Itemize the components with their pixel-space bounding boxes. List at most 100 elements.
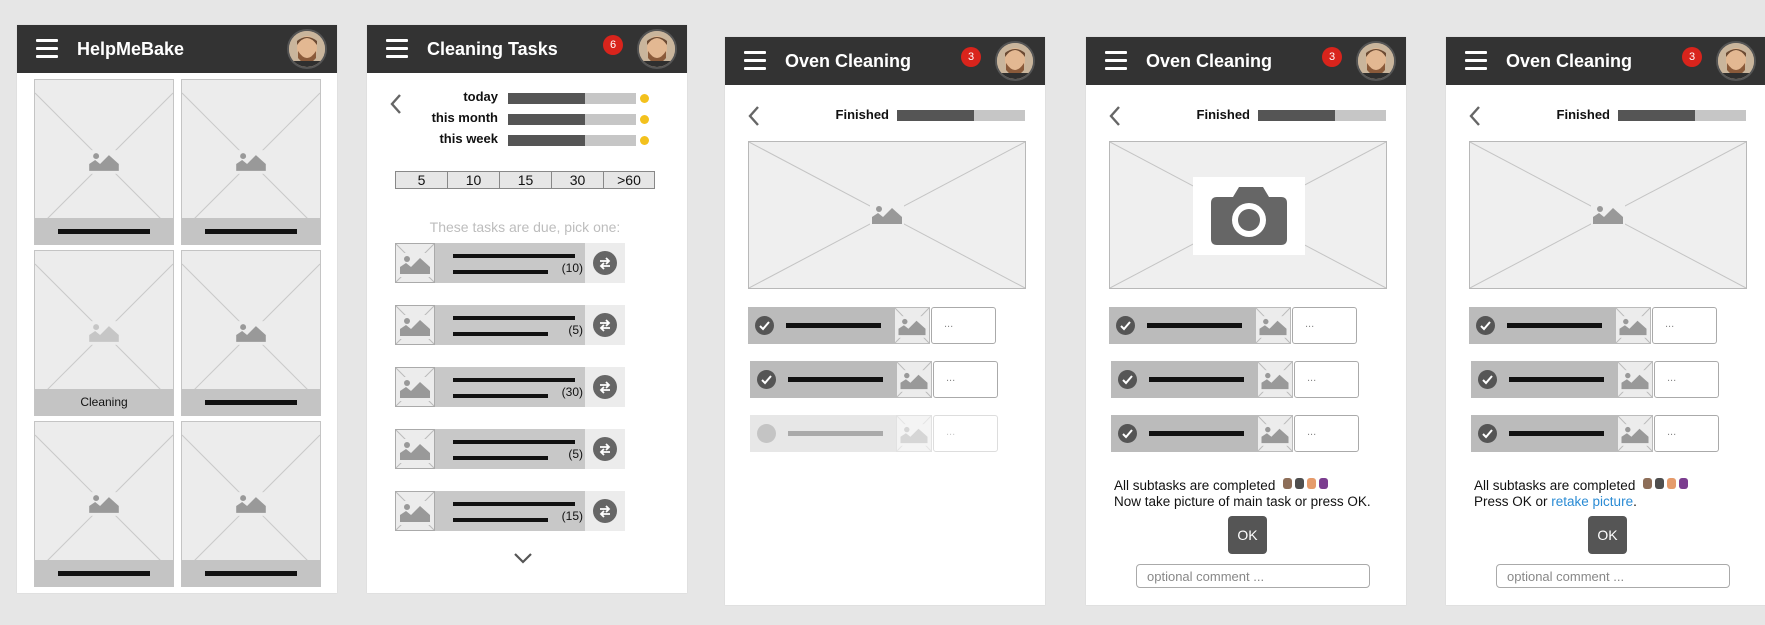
swap-task-button[interactable] <box>585 491 625 531</box>
subtask-comment-input[interactable]: ... <box>1292 307 1357 344</box>
subtask-image[interactable] <box>1617 415 1653 452</box>
subtask-main[interactable] <box>750 361 896 398</box>
chevron-down-icon[interactable] <box>513 552 533 564</box>
subtask-row[interactable]: ... <box>1109 307 1357 344</box>
swap-task-button[interactable] <box>585 243 625 283</box>
subtask-main[interactable] <box>1469 307 1615 344</box>
category-tile[interactable] <box>34 421 174 587</box>
avatar[interactable] <box>1716 41 1756 81</box>
check-icon[interactable] <box>1478 424 1497 443</box>
category-tile[interactable] <box>181 250 321 416</box>
subtask-main[interactable] <box>748 307 894 344</box>
finished-progress-bar <box>1258 110 1386 121</box>
subtask-row[interactable]: ... <box>750 415 998 452</box>
notification-badge[interactable]: 3 <box>1682 47 1702 67</box>
comment-input[interactable]: optional comment ... <box>1496 564 1730 588</box>
subtask-row[interactable]: ... <box>1471 361 1719 398</box>
subtask-image[interactable] <box>1257 415 1293 452</box>
notification-badge[interactable]: 6 <box>603 35 623 55</box>
menu-icon[interactable] <box>36 39 58 59</box>
subtask-main[interactable] <box>1111 415 1257 452</box>
subtask-main[interactable] <box>1471 415 1617 452</box>
category-tile[interactable] <box>181 79 321 245</box>
notification-badge[interactable]: 3 <box>1322 47 1342 67</box>
duration-option[interactable]: 5 <box>395 171 448 189</box>
duration-option[interactable]: 10 <box>447 171 500 189</box>
swap-task-button[interactable] <box>585 429 625 469</box>
subtask-main[interactable] <box>750 415 896 452</box>
subtask-image[interactable] <box>1617 361 1653 398</box>
main-task-image[interactable] <box>1469 141 1747 289</box>
avatar[interactable] <box>995 41 1035 81</box>
check-icon[interactable] <box>1118 370 1137 389</box>
category-tile[interactable] <box>181 421 321 587</box>
category-tile[interactable] <box>34 79 174 245</box>
duration-option[interactable]: 30 <box>551 171 604 189</box>
subtask-comment-input[interactable]: ... <box>931 307 996 344</box>
subtask-row[interactable]: ... <box>750 361 998 398</box>
ok-button[interactable]: OK <box>1588 516 1627 554</box>
subtask-row[interactable]: ... <box>748 307 996 344</box>
subtask-comment-input[interactable]: ... <box>933 415 998 452</box>
subtask-image[interactable] <box>894 307 930 344</box>
back-arrow-icon[interactable] <box>1468 105 1482 127</box>
notification-badge[interactable]: 3 <box>961 47 981 67</box>
subtask-row[interactable]: ... <box>1111 415 1359 452</box>
subtask-comment-input[interactable]: ... <box>1294 415 1359 452</box>
subtask-comment-input[interactable]: ... <box>933 361 998 398</box>
subtask-image[interactable] <box>1255 307 1291 344</box>
subtask-comment-input[interactable]: ... <box>1654 415 1719 452</box>
main-task-image[interactable] <box>748 141 1026 289</box>
task-item[interactable]: (5) <box>395 429 625 469</box>
retake-picture-link[interactable]: retake picture <box>1551 494 1633 509</box>
check-icon[interactable] <box>755 316 774 335</box>
subtask-main[interactable] <box>1111 361 1257 398</box>
subtask-row[interactable]: ... <box>1469 307 1717 344</box>
menu-icon[interactable] <box>1105 51 1127 71</box>
screen-helpmebake: HelpMeBake Cleaning <box>17 25 337 593</box>
ok-button[interactable]: OK <box>1228 516 1267 554</box>
task-item[interactable]: (15) <box>395 491 625 531</box>
subtask-image[interactable] <box>1615 307 1651 344</box>
avatar[interactable] <box>637 29 677 69</box>
task-item[interactable]: (5) <box>395 305 625 345</box>
subtask-main[interactable] <box>1109 307 1255 344</box>
subtask-comment-input[interactable]: ... <box>1654 361 1719 398</box>
duration-option[interactable]: >60 <box>603 171 655 189</box>
subtask-row[interactable]: ... <box>1471 415 1719 452</box>
subtask-row[interactable]: ... <box>1111 361 1359 398</box>
subtask-image[interactable] <box>896 361 932 398</box>
avatar[interactable] <box>287 29 327 69</box>
check-icon[interactable] <box>1476 316 1495 335</box>
back-arrow-icon[interactable] <box>1108 105 1122 127</box>
page-title: Oven Cleaning <box>1146 51 1273 71</box>
check-icon[interactable] <box>1478 370 1497 389</box>
duration-option[interactable]: 15 <box>499 171 552 189</box>
subtask-comment-input[interactable]: ... <box>1294 361 1359 398</box>
avatar-face <box>1358 43 1394 79</box>
check-icon[interactable] <box>757 370 776 389</box>
subtask-image[interactable] <box>1257 361 1293 398</box>
avatar[interactable] <box>1356 41 1396 81</box>
menu-icon[interactable] <box>744 51 766 71</box>
swap-task-button[interactable] <box>585 367 625 407</box>
unchecked-circle-icon[interactable] <box>757 424 776 443</box>
menu-icon[interactable] <box>386 39 408 59</box>
subtask-title-placeholder <box>1509 431 1604 436</box>
task-item[interactable]: (30) <box>395 367 625 407</box>
subtask-main[interactable] <box>1471 361 1617 398</box>
check-icon[interactable] <box>1118 424 1137 443</box>
subtask-comment-input[interactable]: ... <box>1652 307 1717 344</box>
check-icon[interactable] <box>1116 316 1135 335</box>
subtask-image[interactable] <box>896 415 932 452</box>
comment-input[interactable]: optional comment ... <box>1136 564 1370 588</box>
subtask-title-placeholder <box>1149 431 1244 436</box>
task-item[interactable]: (10) <box>395 243 625 283</box>
task-title-placeholder <box>453 254 575 258</box>
tile-caption <box>182 218 320 244</box>
camera-button[interactable] <box>1193 177 1305 255</box>
menu-icon[interactable] <box>1465 51 1487 71</box>
back-arrow-icon[interactable] <box>747 105 761 127</box>
category-tile[interactable]: Cleaning <box>34 250 174 416</box>
swap-task-button[interactable] <box>585 305 625 345</box>
